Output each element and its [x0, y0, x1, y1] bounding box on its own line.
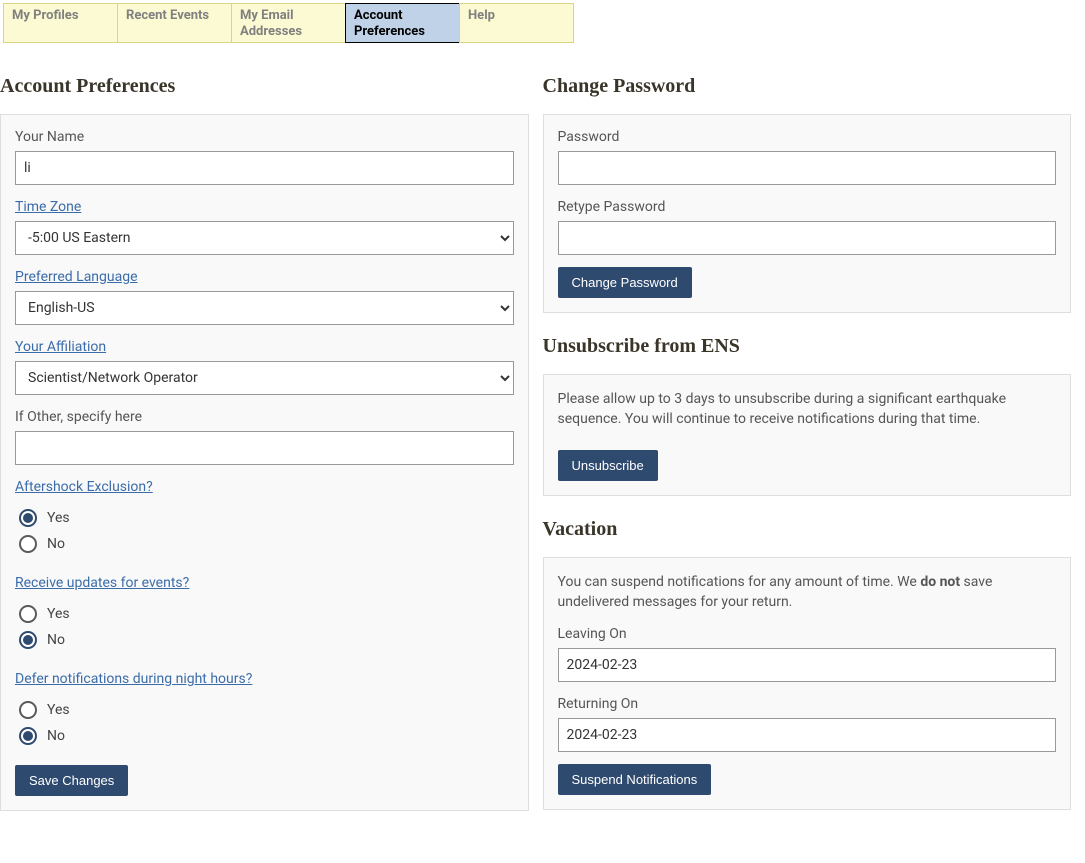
change-password-button[interactable]: Change Password: [558, 267, 692, 298]
unsubscribe-heading: Unsubscribe from ENS: [543, 335, 1072, 358]
leaving-on-label: Leaving On: [558, 626, 1057, 642]
receive-no-label: No: [47, 632, 65, 648]
account-preferences-heading: Account Preferences: [0, 75, 529, 98]
account-preferences-column: Account Preferences Your Name Time Zone …: [0, 75, 529, 833]
defer-no-row[interactable]: No: [19, 727, 514, 745]
password-input[interactable]: [558, 151, 1057, 185]
time-zone-select[interactable]: -5:00 US Eastern: [15, 221, 514, 255]
defer-yes-label: Yes: [47, 702, 70, 718]
tab-account-preferences[interactable]: Account Preferences: [345, 3, 460, 43]
aftershock-no-label: No: [47, 536, 65, 552]
aftershock-yes-label: Yes: [47, 510, 70, 526]
tab-my-email-addresses[interactable]: My Email Addresses: [231, 3, 346, 43]
if-other-label: If Other, specify here: [15, 409, 514, 425]
unsubscribe-button[interactable]: Unsubscribe: [558, 450, 658, 481]
account-preferences-panel: Your Name Time Zone -5:00 US Eastern Pre…: [0, 114, 529, 811]
vacation-text: You can suspend notifications for any am…: [558, 572, 1057, 613]
leaving-on-input[interactable]: [558, 648, 1057, 682]
aftershock-no-radio[interactable]: [19, 535, 37, 553]
aftershock-no-row[interactable]: No: [19, 535, 514, 553]
unsubscribe-text: Please allow up to 3 days to unsubscribe…: [558, 389, 1057, 430]
receive-yes-label: Yes: [47, 606, 70, 622]
defer-no-radio[interactable]: [19, 727, 37, 745]
aftershock-exclusion-label[interactable]: Aftershock Exclusion?: [15, 479, 153, 495]
suspend-notifications-button[interactable]: Suspend Notifications: [558, 764, 712, 795]
receive-no-row[interactable]: No: [19, 631, 514, 649]
save-changes-button[interactable]: Save Changes: [15, 765, 128, 796]
defer-yes-radio[interactable]: [19, 701, 37, 719]
tab-help[interactable]: Help: [459, 3, 574, 43]
defer-label[interactable]: Defer notifications during night hours?: [15, 671, 252, 687]
time-zone-label[interactable]: Time Zone: [15, 199, 81, 215]
affiliation-label[interactable]: Your Affiliation: [15, 339, 106, 355]
aftershock-yes-row[interactable]: Yes: [19, 509, 514, 527]
your-name-input[interactable]: [15, 151, 514, 185]
retype-password-input[interactable]: [558, 221, 1057, 255]
password-label: Password: [558, 129, 1057, 145]
vacation-panel: You can suspend notifications for any am…: [543, 557, 1072, 811]
unsubscribe-panel: Please allow up to 3 days to unsubscribe…: [543, 374, 1072, 496]
aftershock-yes-radio[interactable]: [19, 509, 37, 527]
receive-yes-radio[interactable]: [19, 605, 37, 623]
right-column: Change Password Password Retype Password…: [543, 75, 1072, 833]
change-password-heading: Change Password: [543, 75, 1072, 98]
tab-my-profiles[interactable]: My Profiles: [3, 3, 118, 43]
retype-password-label: Retype Password: [558, 199, 1057, 215]
defer-no-label: No: [47, 728, 65, 744]
tab-recent-events[interactable]: Recent Events: [117, 3, 232, 43]
receive-updates-label[interactable]: Receive updates for events?: [15, 575, 189, 591]
preferred-language-label[interactable]: Preferred Language: [15, 269, 138, 285]
defer-yes-row[interactable]: Yes: [19, 701, 514, 719]
returning-on-label: Returning On: [558, 696, 1057, 712]
tab-bar: My Profiles Recent Events My Email Addre…: [3, 3, 1085, 43]
receive-no-radio[interactable]: [19, 631, 37, 649]
your-name-label: Your Name: [15, 129, 514, 145]
receive-yes-row[interactable]: Yes: [19, 605, 514, 623]
returning-on-input[interactable]: [558, 718, 1057, 752]
change-password-panel: Password Retype Password Change Password: [543, 114, 1072, 313]
vacation-heading: Vacation: [543, 518, 1072, 541]
preferred-language-select[interactable]: English-US: [15, 291, 514, 325]
if-other-input[interactable]: [15, 431, 514, 465]
affiliation-select[interactable]: Scientist/Network Operator: [15, 361, 514, 395]
